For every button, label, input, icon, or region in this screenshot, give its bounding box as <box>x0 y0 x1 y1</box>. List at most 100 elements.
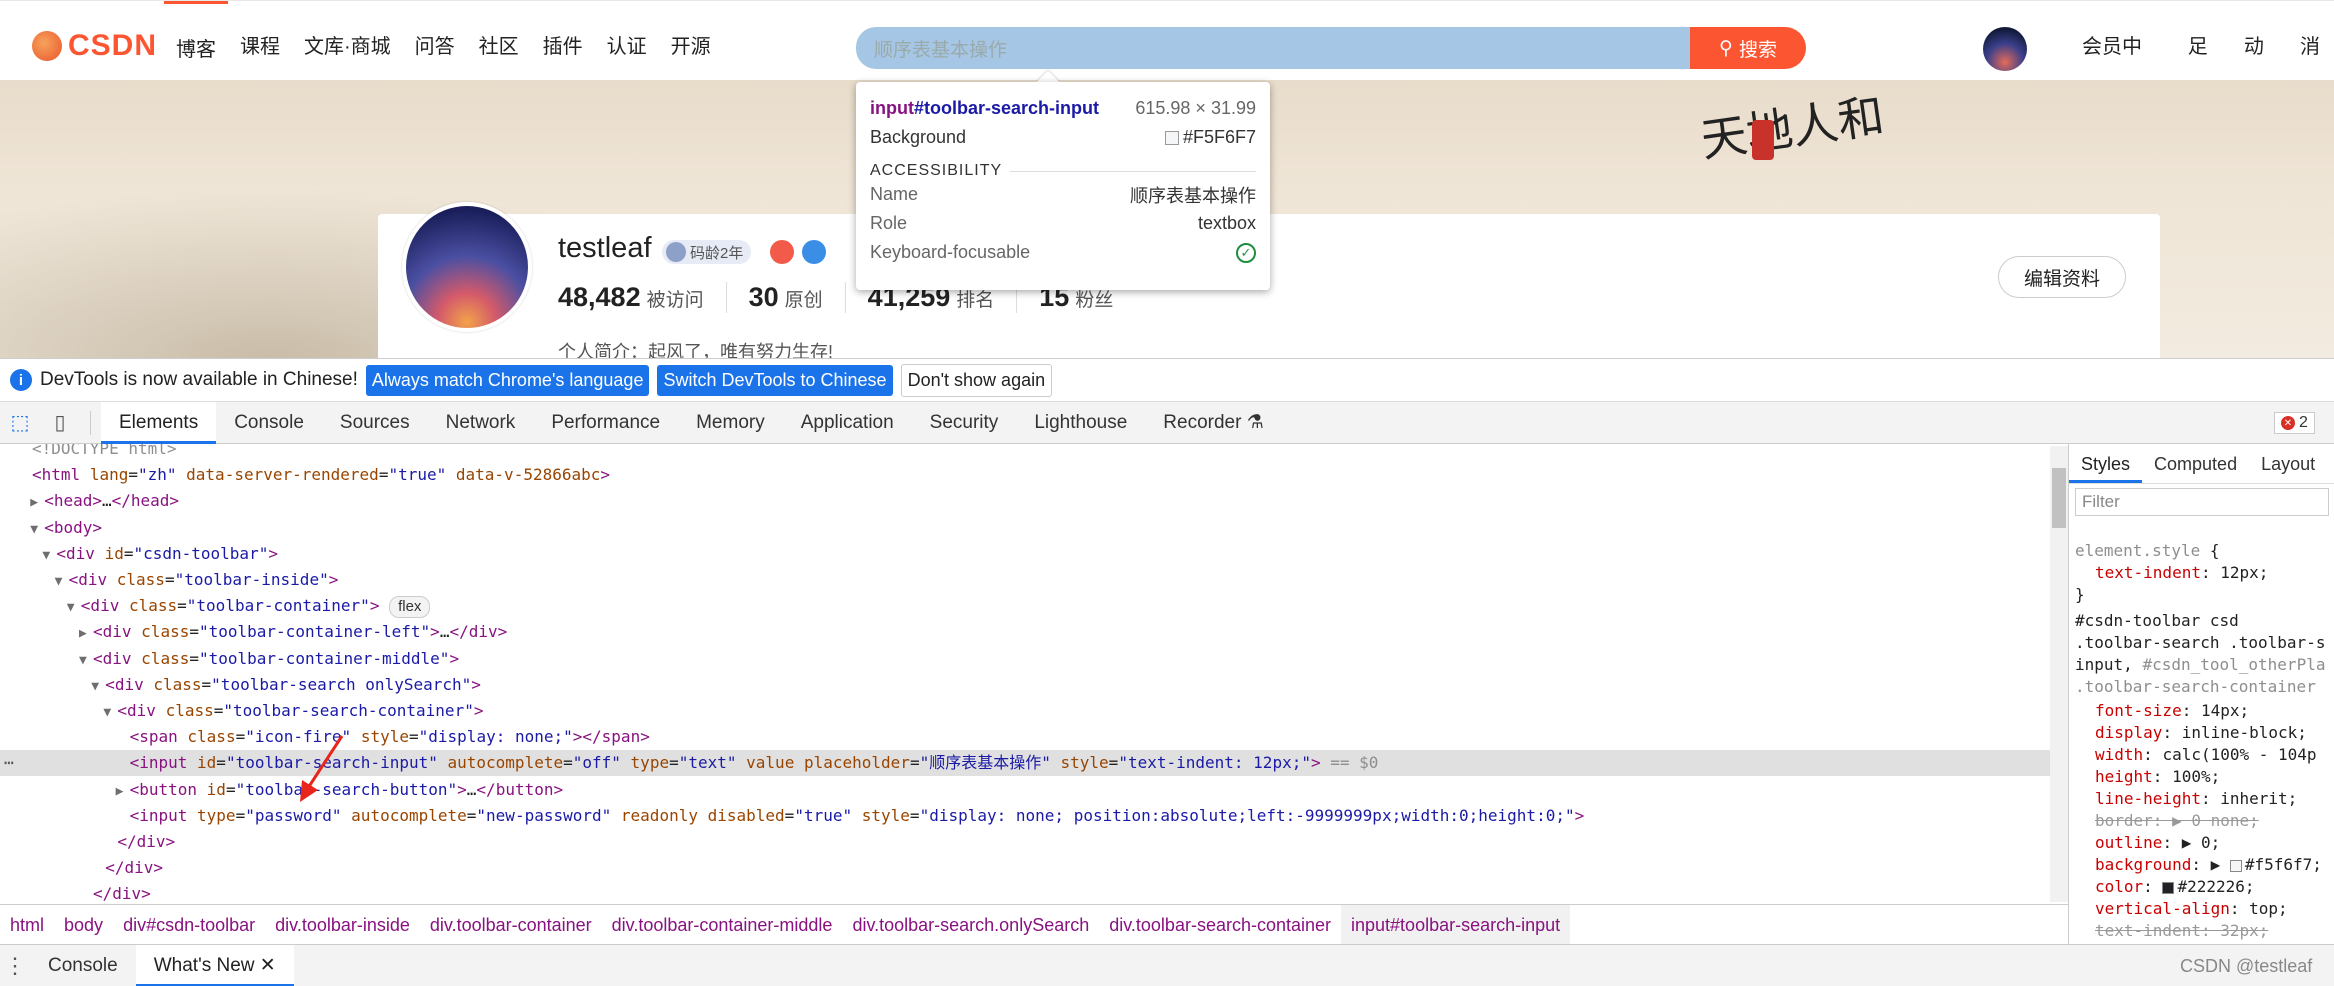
search-button[interactable]: ⚲ 搜索 <box>1690 27 1806 69</box>
style-declaration[interactable]: input, #csdn_tool_otherPla <box>2075 654 2325 676</box>
avatar[interactable] <box>1983 27 2027 71</box>
error-count-badge[interactable]: ✕ 2 <box>2274 412 2315 434</box>
breadcrumb-7[interactable]: div.toolbar-search-container <box>1099 905 1341 945</box>
stat-0[interactable]: 48,482 被访问 <box>558 282 727 313</box>
expand-toggle-icon[interactable]: ▼ <box>55 569 69 595</box>
right-nav-item-1[interactable]: 足迹 <box>2174 1 2230 150</box>
badge-shield-icon[interactable] <box>802 240 826 264</box>
tab-5[interactable]: Memory <box>678 402 783 444</box>
style-declaration[interactable]: outline: ▶ 0; <box>2095 832 2220 854</box>
style-declaration[interactable]: font-size: 14px; <box>2095 700 2249 722</box>
tab-0[interactable]: Elements <box>101 401 217 444</box>
nav-item-6[interactable]: 认证 <box>595 1 659 81</box>
dom-node-line[interactable]: ▶ <head>…</head> <box>0 488 2050 514</box>
dom-node-line[interactable]: ▼ <div class="toolbar-search onlySearch"> <box>0 672 2050 698</box>
match-language-button[interactable]: Always match Chrome's language <box>365 364 650 396</box>
dont-show-again-button[interactable]: Don't show again <box>900 363 1053 397</box>
styles-filter-input[interactable]: Filter <box>2075 488 2329 516</box>
dom-node-line[interactable]: ▼ <div id="csdn-toolbar"> <box>0 541 2050 567</box>
search-input[interactable]: 顺序表基本操作 <box>856 27 1690 69</box>
breadcrumb-6[interactable]: div.toolbar-search.onlySearch <box>842 905 1099 945</box>
tab-8[interactable]: Lighthouse <box>1016 402 1145 444</box>
drawer-tab-0[interactable]: Console <box>30 945 136 986</box>
expand-toggle-icon[interactable]: ▶ <box>79 621 93 647</box>
profile-avatar[interactable] <box>402 202 532 332</box>
style-declaration[interactable]: .toolbar-search .toolbar-s <box>2075 632 2325 654</box>
dom-node-line[interactable]: ▼ <body> <box>0 515 2050 541</box>
breadcrumb-8[interactable]: input#toolbar-search-input <box>1341 904 1571 945</box>
breadcrumb-2[interactable]: div#csdn-toolbar <box>113 905 265 945</box>
expand-toggle-icon[interactable]: ▼ <box>91 674 105 700</box>
style-declaration[interactable]: text-indent: 32px; <box>2095 920 2268 942</box>
tab-3[interactable]: Network <box>428 402 534 444</box>
nav-item-7[interactable]: 开源 <box>659 1 723 81</box>
drawer-menu-icon[interactable]: ⋮ <box>0 953 30 979</box>
expand-toggle-icon[interactable]: ▼ <box>79 648 93 674</box>
dom-node-line[interactable]: ▼ <div class="toolbar-search-container"> <box>0 698 2050 724</box>
switch-chinese-button[interactable]: Switch DevTools to Chinese <box>657 364 893 396</box>
dom-node-line[interactable]: ▶ <div class="toolbar-container-left">…</… <box>0 619 2050 645</box>
device-toggle-icon[interactable]: ▯ <box>40 403 80 443</box>
dom-node-markup: <body> <box>44 517 102 537</box>
node-actions-icon[interactable]: ⋯ <box>4 750 14 776</box>
style-declaration[interactable]: text-indent: 12px; <box>2095 562 2268 584</box>
expand-toggle-icon[interactable]: ▼ <box>30 517 44 543</box>
nav-item-2[interactable]: 文库·商城 <box>292 1 403 81</box>
nav-item-3[interactable]: 问答 <box>403 1 467 81</box>
tab-9[interactable]: Recorder ⚗ <box>1145 402 1281 444</box>
style-declaration[interactable]: background: ▶ #f5f6f7; <box>2095 854 2322 876</box>
inspect-element-icon[interactable]: ⬚ <box>0 403 40 443</box>
breadcrumb-0[interactable]: html <box>0 905 54 945</box>
right-nav-item-3[interactable]: 消 <box>2286 1 2334 81</box>
style-declaration[interactable]: vertical-align: top; <box>2095 898 2288 920</box>
expand-toggle-icon[interactable]: ▼ <box>67 595 81 621</box>
tab-7[interactable]: Security <box>912 402 1017 444</box>
tab-2[interactable]: Sources <box>322 402 428 444</box>
nav-item-4[interactable]: 社区 <box>467 1 531 81</box>
edit-profile-button[interactable]: 编辑资料 <box>1998 256 2126 298</box>
nav-item-0[interactable]: 博客 <box>164 1 228 81</box>
dom-node-line[interactable]: </div> <box>0 829 2050 855</box>
style-declaration[interactable]: #csdn-toolbar csd <box>2075 610 2239 632</box>
dom-node-line[interactable]: </div> <box>0 855 2050 881</box>
expand-toggle-icon[interactable]: ▶ <box>116 779 130 805</box>
drawer-tab-1[interactable]: What's New ✕ <box>135 944 294 986</box>
dom-node-line[interactable]: <html lang="zh" data-server-rendered="tr… <box>0 462 2050 488</box>
expand-toggle-icon[interactable]: ▼ <box>42 543 56 569</box>
expand-toggle-icon[interactable]: ▼ <box>103 700 117 726</box>
dom-node-line[interactable]: ▼ <div class="toolbar-inside"> <box>0 567 2050 593</box>
styles-tab-2[interactable]: Layout <box>2249 444 2327 483</box>
scrollbar-thumb[interactable] <box>2052 468 2066 528</box>
style-declaration[interactable]: height: 100%; <box>2095 766 2220 788</box>
badge-fire-icon[interactable] <box>770 240 794 264</box>
dom-node-line[interactable]: <!DOCTYPE html> <box>0 444 2050 462</box>
style-declaration[interactable]: width: calc(100% - 104p <box>2095 744 2317 766</box>
nav-item-5[interactable]: 插件 <box>531 1 595 81</box>
style-declaration[interactable]: element.style { <box>2075 540 2220 562</box>
tab-1[interactable]: Console <box>216 402 322 444</box>
right-nav-item-0[interactable]: 会员中心 🎁 <box>2068 1 2174 150</box>
badge-code-age[interactable]: 码龄2年 <box>662 240 752 264</box>
style-declaration[interactable]: .toolbar-search-container <box>2075 676 2316 698</box>
breadcrumb-5[interactable]: div.toolbar-container-middle <box>602 905 843 945</box>
nav-item-1[interactable]: 课程 <box>228 1 292 81</box>
csdn-logo[interactable]: CSDN <box>32 29 157 63</box>
breadcrumb-1[interactable]: body <box>54 905 113 945</box>
style-declaration[interactable]: display: inline-block; <box>2095 722 2307 744</box>
style-declaration[interactable]: border: ▶ 0 none; <box>2095 810 2259 832</box>
tab-4[interactable]: Performance <box>533 402 678 444</box>
style-declaration[interactable]: line-height: inherit; <box>2095 788 2297 810</box>
tab-6[interactable]: Application <box>783 402 912 444</box>
styles-tab-0[interactable]: Styles <box>2069 444 2143 483</box>
stat-1[interactable]: 30 原创 <box>727 282 846 313</box>
right-nav-item-2[interactable]: 动态 <box>2230 1 2286 150</box>
styles-tab-1[interactable]: Computed <box>2142 444 2249 483</box>
dom-node-line[interactable]: </div> <box>0 881 2050 904</box>
dom-node-line[interactable]: ▼ <div class="toolbar-container-middle"> <box>0 646 2050 672</box>
breadcrumb-4[interactable]: div.toolbar-container <box>420 905 602 945</box>
expand-toggle-icon[interactable]: ▶ <box>30 490 44 516</box>
dom-node-line[interactable]: ▼ <div class="toolbar-container"> flex <box>0 593 2050 619</box>
breadcrumb-3[interactable]: div.toolbar-inside <box>265 905 420 945</box>
style-declaration[interactable]: } <box>2075 584 2085 606</box>
style-declaration[interactable]: color: #222226; <box>2095 876 2255 898</box>
